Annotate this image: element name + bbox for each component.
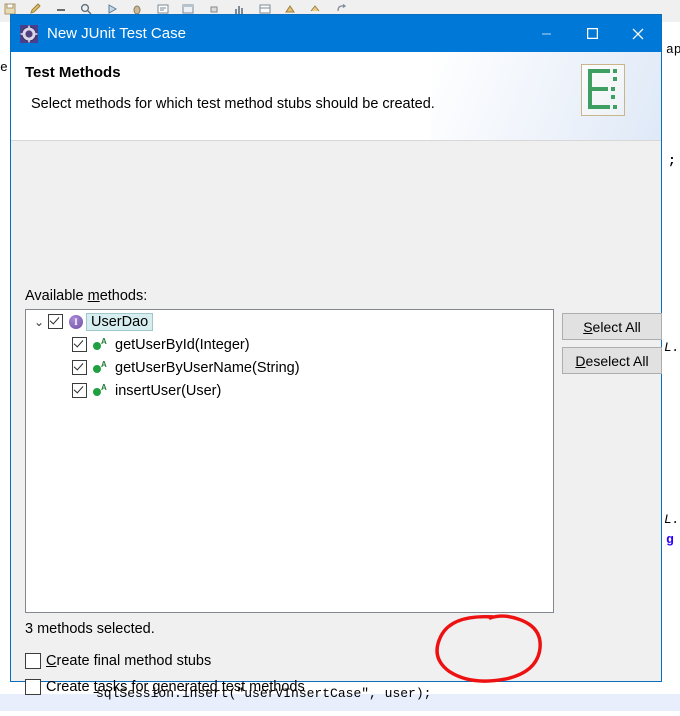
tree-label-userdao[interactable]: UserDao xyxy=(85,312,154,331)
search-icon[interactable] xyxy=(80,2,92,15)
refactor-icon[interactable] xyxy=(284,2,296,14)
checkbox-box[interactable] xyxy=(25,653,41,669)
tree-row[interactable]: ⌄ I UserDao xyxy=(26,310,553,333)
select-all-button[interactable]: Select All xyxy=(562,313,662,340)
banner-gradient xyxy=(431,52,661,140)
selection-count-label: 3 methods selected. xyxy=(25,621,155,637)
table-icon[interactable] xyxy=(259,2,271,14)
dialog-titlebar[interactable]: New JUnit Test Case xyxy=(11,15,661,52)
code-fragment: e xyxy=(0,60,8,75)
minimize-button[interactable] xyxy=(523,15,569,52)
junit-banner-icon xyxy=(581,64,625,116)
chart-icon[interactable] xyxy=(233,2,245,14)
box-icon[interactable] xyxy=(208,2,220,14)
code-fragment: ; xyxy=(668,153,676,168)
pencil-icon[interactable] xyxy=(29,2,42,14)
checkbox-label: Create tasks for generated test methods xyxy=(46,679,305,695)
tree-checkbox-method[interactable] xyxy=(72,337,87,352)
link-icon[interactable] xyxy=(335,2,347,14)
tree-checkbox-userdao[interactable] xyxy=(48,314,63,329)
view-icon[interactable] xyxy=(182,2,194,14)
code-fragment: g xyxy=(666,532,674,547)
create-final-method-stubs-checkbox[interactable]: Create final method stubs xyxy=(25,653,211,669)
tree-row[interactable]: A getUserById(Integer) xyxy=(26,333,553,356)
dash-icon[interactable] xyxy=(55,2,67,14)
checkbox-box[interactable] xyxy=(25,679,41,695)
public-abstract-method-icon: A xyxy=(93,337,111,352)
checkbox-label: Create final method stubs xyxy=(46,653,212,669)
dialog-banner: Test Methods Select methods for which te… xyxy=(11,52,661,141)
public-abstract-method-icon: A xyxy=(93,360,111,375)
create-tasks-checkbox[interactable]: Create tasks for generated test methods xyxy=(25,679,305,695)
dialog-title: New JUnit Test Case xyxy=(47,25,186,42)
dialog-body: Available methods: ⌄ I UserDao A getUser… xyxy=(11,141,662,695)
tree-label-method[interactable]: insertUser(User) xyxy=(115,383,221,399)
tree-checkbox-method[interactable] xyxy=(72,360,87,375)
deselect-all-button[interactable]: Deselect All xyxy=(562,347,662,374)
page-description: Select methods for which test method stu… xyxy=(31,96,435,112)
page-title: Test Methods xyxy=(25,64,121,81)
interface-icon: I xyxy=(69,314,83,329)
tree-row[interactable]: A getUserByUserName(String) xyxy=(26,356,553,379)
tree-label-method[interactable]: getUserByUserName(String) xyxy=(115,360,300,376)
new-junit-test-case-dialog: New JUnit Test Case Test Methods Select … xyxy=(10,14,662,695)
tree-row[interactable]: A insertUser(User) xyxy=(26,379,553,402)
save-icon[interactable] xyxy=(4,2,16,15)
code-fragment: L. xyxy=(664,512,680,527)
window-controls xyxy=(523,15,661,52)
junit-wizard-icon xyxy=(20,24,38,43)
chevron-down-icon[interactable]: ⌄ xyxy=(30,315,48,329)
public-abstract-method-icon: A xyxy=(93,383,111,398)
code-fragment: L. xyxy=(664,340,680,355)
tree-checkbox-method[interactable] xyxy=(72,383,87,398)
run-icon[interactable] xyxy=(106,2,118,14)
console-icon[interactable] xyxy=(157,2,169,14)
debug-icon[interactable] xyxy=(131,2,143,15)
available-methods-label: Available methods: xyxy=(25,288,148,304)
available-methods-tree[interactable]: ⌄ I UserDao A getUserById(Integer) A get… xyxy=(25,309,554,613)
code-fragment: ap xyxy=(666,42,680,57)
arrow-icon[interactable] xyxy=(309,2,321,14)
maximize-button[interactable] xyxy=(569,15,615,52)
tree-label-method[interactable]: getUserById(Integer) xyxy=(115,337,250,353)
close-button[interactable] xyxy=(615,15,661,52)
